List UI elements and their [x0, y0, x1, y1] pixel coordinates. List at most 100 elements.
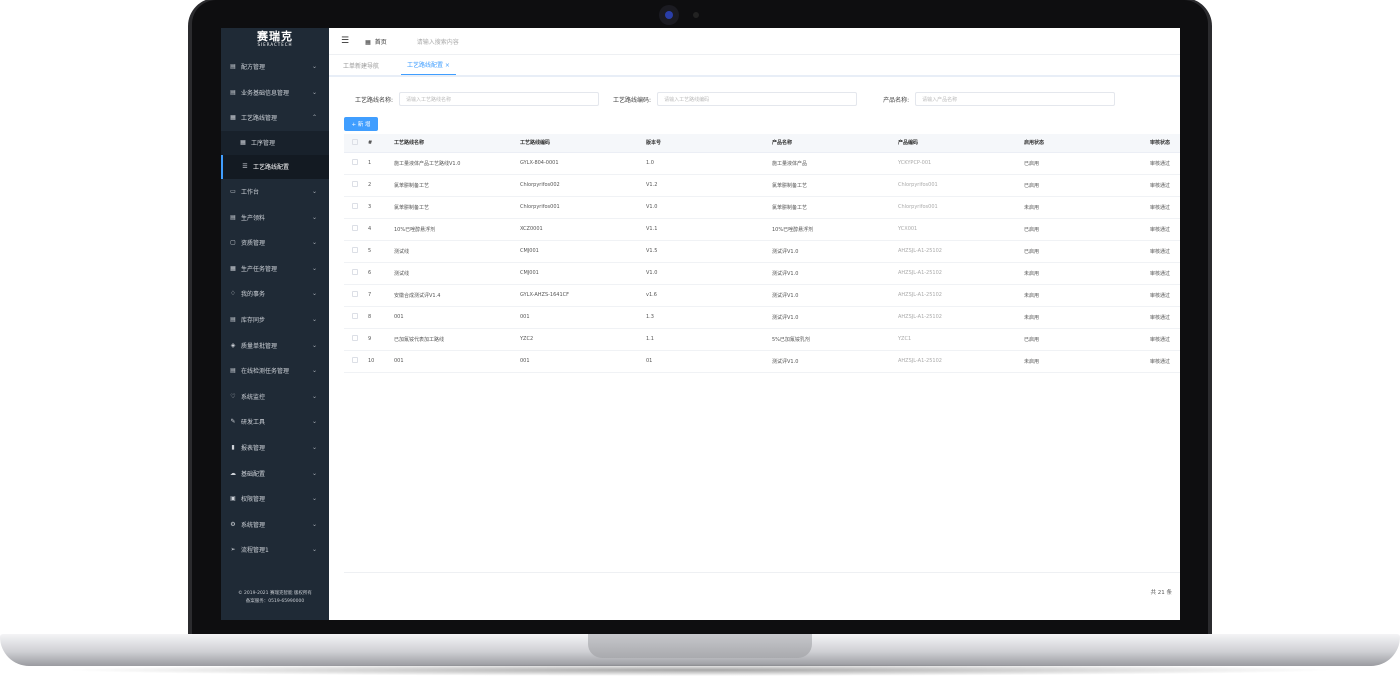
search-filters: 工艺路线名称: 请输入工艺路线名称 工艺路线编码: 请输入工艺路线编码 产品名称…: [329, 84, 1180, 114]
sidebar-item[interactable]: ◈ 质量单批管理 ⌄: [221, 332, 329, 358]
cell-route-name: 已加氟铵代表加工路线: [394, 328, 520, 351]
lock-icon: ▣: [230, 495, 236, 503]
cell-version: V1.0: [646, 262, 772, 285]
home-link[interactable]: ▦ 首页: [365, 37, 387, 46]
sidebar-item[interactable]: ▤ 库存同步 ⌄: [221, 307, 329, 333]
cell-enable-status: 未启用: [1024, 262, 1150, 285]
sidebar-item[interactable]: ▭ 工作台 ⌄: [221, 179, 329, 205]
sidebar-item-label: 配方管理: [241, 64, 266, 72]
cell-product-code: YCX001: [898, 218, 1024, 241]
row-checkbox[interactable]: [344, 262, 368, 285]
webcam-icon: [659, 5, 679, 25]
chevron-down-icon: ⌄: [311, 316, 317, 324]
table-row[interactable]: 9 已加氟铵代表加工路线 YZC2 1.1 5%已加氟铵乳剂 YZC1 已启用 审核通过: [344, 328, 1180, 351]
hamburger-menu-icon[interactable]: ☰: [341, 36, 349, 46]
cell-product-name: 测试评V1.0: [772, 284, 898, 307]
row-checkbox[interactable]: [344, 350, 368, 373]
cell-index: 10: [368, 350, 394, 373]
sidebar-item[interactable]: ✎ 研发工具 ⌄: [221, 409, 329, 435]
row-checkbox[interactable]: [344, 240, 368, 263]
logo-subtext: SIERACTECH: [257, 42, 293, 47]
sidebar-item[interactable]: ▣ 权限管理 ⌄: [221, 486, 329, 512]
sidebar-item[interactable]: ▢ 资质管理 ⌄: [221, 230, 329, 256]
row-checkbox[interactable]: [344, 218, 368, 241]
cell-version: V1.5: [646, 240, 772, 263]
cell-product-code: AHZSJL-A1-25102: [898, 240, 1024, 263]
row-checkbox[interactable]: [344, 306, 368, 329]
chevron-down-icon: ⌄: [311, 264, 317, 272]
cell-route-code: GYLX-804-0001: [520, 152, 646, 175]
row-checkbox[interactable]: [344, 152, 368, 175]
sidebar-item[interactable]: ⚙ 系统管理 ⌄: [221, 512, 329, 538]
cell-product-name: 5%已加氟铵乳剂: [772, 328, 898, 351]
row-checkbox[interactable]: [344, 174, 368, 197]
add-button[interactable]: + 新 增: [344, 117, 378, 131]
row-checkbox[interactable]: [344, 196, 368, 219]
sidebar-item[interactable]: ☰ 工艺路线配置: [221, 154, 329, 179]
laptop-mockup: 赛瑞克 SIERACTECH ▤ 配方管理 ⌄ ▤ 业务基础信息管理 ⌄ ▦ 工艺路线管理 ⌃ ▦…: [0, 0, 1400, 683]
sidebar-item[interactable]: ☁ 基础配置 ⌄: [221, 460, 329, 486]
cell-audit-status: 审核通过: [1150, 284, 1180, 307]
sidebar-item[interactable]: ▦ 生产任务管理 ⌄: [221, 256, 329, 282]
doc-icon: ▤: [230, 88, 236, 96]
doc-icon: ▤: [230, 367, 236, 375]
col-header-route-code: 工艺路线编码: [520, 134, 646, 153]
gear-icon: ⚙: [230, 520, 236, 528]
table-row[interactable]: 1 施工量液体产品工艺路线V1.0 GYLX-804-0001 1.0 施工量液体产品 Y…: [344, 152, 1180, 175]
cell-route-name: 测试线: [394, 262, 520, 285]
cell-route-name: 氯苯肼制备工艺: [394, 196, 520, 219]
sidebar-item-label: 研发工具: [241, 419, 266, 427]
chevron-down-icon: ⌄: [311, 290, 317, 298]
sidebar-item[interactable]: ▦ 工序管理: [221, 130, 329, 155]
laptop-notch: [588, 634, 812, 658]
sidebar-item[interactable]: ▤ 生产领料 ⌄: [221, 204, 329, 230]
route-name-input[interactable]: 请输入工艺路线名称: [399, 92, 600, 106]
sidebar-item-label: 权限管理: [241, 496, 266, 504]
table-row[interactable]: 8 001 001 1.3 测试评V1.0 AHZSJL-A1-25102 未启用 审核通过: [344, 306, 1180, 329]
cell-index: 5: [368, 240, 394, 263]
cell-version: 1.0: [646, 152, 772, 175]
cell-product-name: 测试评V1.0: [772, 306, 898, 329]
tab-route-config[interactable]: 工艺路线配置 ×: [401, 60, 456, 75]
tab-work-order-guide[interactable]: 工单新建导航: [343, 61, 391, 75]
copyright-footer: © 2019-2021 赛瑞克智能 版权所有 备案服务：0519-6599000…: [221, 590, 329, 606]
cell-enable-status: 未启用: [1024, 350, 1150, 373]
sidebar-item[interactable]: ▤ 配方管理 ⌄: [221, 54, 329, 80]
sidebar-item[interactable]: ▤ 业务基础信息管理 ⌄: [221, 80, 329, 106]
route-code-input[interactable]: 请输入工艺路线编码: [657, 92, 858, 106]
cell-product-name: 氯苯肼制备工艺: [772, 196, 898, 219]
grid-icon: ▦: [365, 38, 371, 46]
cell-route-code: CMJ001: [520, 262, 646, 285]
row-checkbox[interactable]: [344, 328, 368, 351]
cell-version: 1.1: [646, 328, 772, 351]
cell-audit-status: 审核通过: [1150, 262, 1180, 285]
sidebar-item[interactable]: ♡ 系统监控 ⌄: [221, 384, 329, 410]
sidebar-item[interactable]: ▮ 报表管理 ⌄: [221, 435, 329, 461]
cell-enable-status: 已启用: [1024, 152, 1150, 175]
cell-enable-status: 未启用: [1024, 196, 1150, 219]
product-name-input[interactable]: 请输入产品名称: [915, 92, 1116, 106]
cell-product-name: 测试评V1.0: [772, 350, 898, 373]
global-search-input[interactable]: 请输入搜索内容: [417, 37, 459, 46]
cell-audit-status: 审核通过: [1150, 218, 1180, 241]
sidebar-item-label: 工序管理: [251, 140, 276, 148]
grid-icon: ▦: [240, 139, 246, 147]
table-row[interactable]: 10 001 001 01 测试评V1.0 AHZSJL-A1-25102 未启用 审核通过: [344, 350, 1180, 373]
select-all-checkbox[interactable]: [344, 134, 368, 153]
cell-enable-status: 已启用: [1024, 218, 1150, 241]
table-row[interactable]: 3 氯苯肼制备工艺 Chlorpyrifos001 V1.0 氯苯肼制备工艺 Chlorp…: [344, 196, 1180, 219]
doc-icon: ▤: [230, 316, 236, 324]
cell-version: v1.6: [646, 284, 772, 307]
table-row[interactable]: 7 安徽合成测试评V1.4 GYLX-AHZS-1641CF v1.6 测试评V1.0 A…: [344, 284, 1180, 307]
chevron-down-icon: ⌄: [311, 341, 317, 349]
table-row[interactable]: 2 氯苯肼制备工艺 Chlorpyrifos002 V1.2 氯苯肼制备工艺 Chlorp…: [344, 174, 1180, 197]
row-checkbox[interactable]: [344, 284, 368, 307]
list-icon: ☰: [242, 163, 248, 171]
sidebar-item[interactable]: ♢ 我的事务 ⌄: [221, 281, 329, 307]
sidebar-item[interactable]: ➢ 流程管理1 ⌄: [221, 537, 329, 563]
sidebar-item[interactable]: ▤ 在线检测任务管理 ⌄: [221, 358, 329, 384]
table-row[interactable]: 5 测试线 CMJ001 V1.5 测试评V1.0 AHZSJL-A1-25102 已启用审…: [344, 240, 1180, 263]
table-row[interactable]: 6 测试线 CMJ001 V1.0 测试评V1.0 AHZSJL-A1-25102 未启用审…: [344, 262, 1180, 285]
sidebar-item[interactable]: ▦ 工艺路线管理 ⌃: [221, 105, 329, 131]
table-row[interactable]: 4 10%已唑醇悬浮剂 XCZ0001 V1.1 10%已唑醇悬浮剂 YCX001 已启用审…: [344, 218, 1180, 241]
